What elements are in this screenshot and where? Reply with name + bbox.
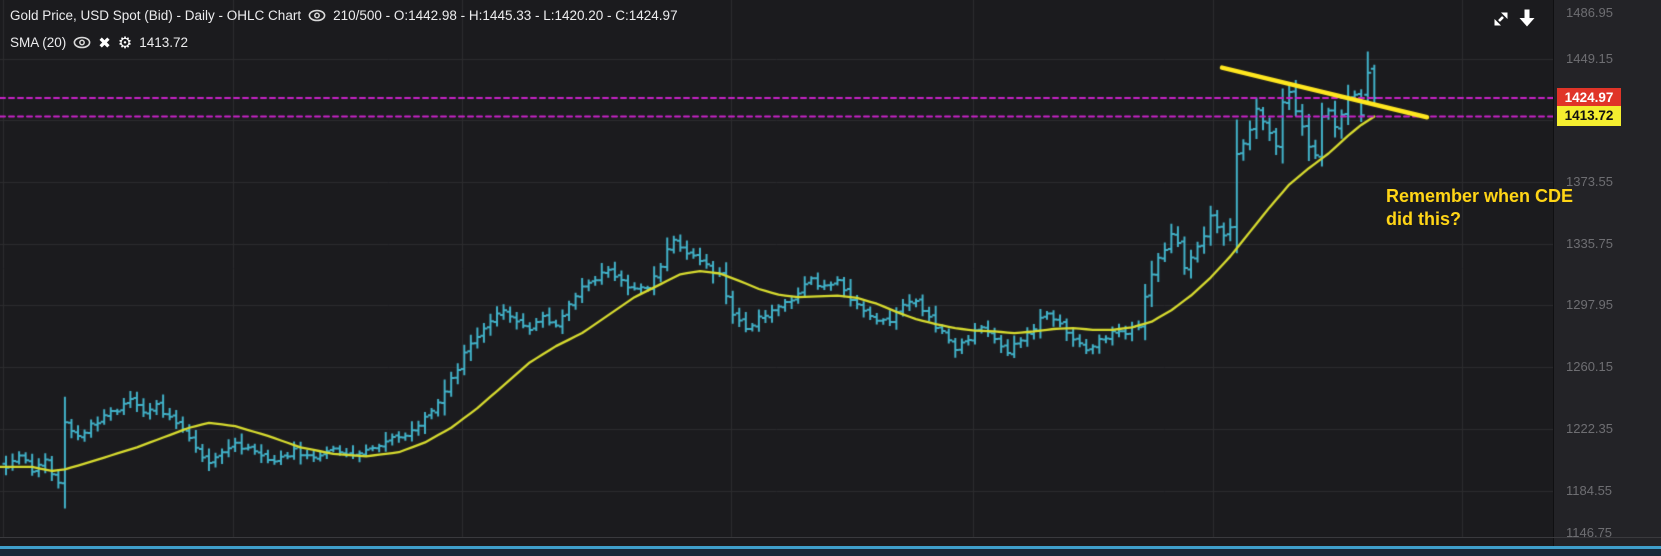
price-badge: 1413.72 xyxy=(1557,106,1621,127)
chart-annotation: Remember when CDE did this? xyxy=(1386,185,1573,231)
timeline-track[interactable] xyxy=(0,548,1661,556)
indicator-name: SMA (20) xyxy=(10,35,67,50)
remove-indicator-icon[interactable]: ✖ xyxy=(98,34,111,52)
chart-title: Gold Price, USD Spot (Bid) - Daily - OHL… xyxy=(10,8,302,23)
axis-tick: 1486.95 xyxy=(1566,5,1613,20)
axis-tick: 1184.55 xyxy=(1566,482,1613,498)
axis-tick: 1449.15 xyxy=(1566,50,1613,66)
plot-bottom-border xyxy=(0,537,1661,538)
chart-window: Gold Price, USD Spot (Bid) - Daily - OHL… xyxy=(0,0,1661,556)
indicator-value: 1413.72 xyxy=(139,35,189,50)
annotation-line1: Remember when CDE xyxy=(1386,186,1574,206)
chart-header: Gold Price, USD Spot (Bid) - Daily - OHL… xyxy=(10,8,678,23)
down-arrow-icon[interactable] xyxy=(1515,6,1539,30)
axis-tick: 1222.35 xyxy=(1566,420,1613,436)
expand-arrows-icon[interactable] xyxy=(1490,8,1512,30)
axis-tick: 1335.75 xyxy=(1566,235,1613,251)
eye-icon[interactable] xyxy=(308,9,326,22)
indicator-settings-icon[interactable]: ⚙ xyxy=(118,33,132,52)
axis-tick: 1297.95 xyxy=(1566,297,1613,313)
axis-tick: 1260.15 xyxy=(1566,359,1613,375)
price-chart-plot[interactable] xyxy=(0,0,1553,547)
price-badge: 1424.97 xyxy=(1557,88,1621,109)
indicator-row: SMA (20) ✖ ⚙ 1413.72 xyxy=(10,33,188,52)
eye-icon[interactable] xyxy=(73,36,91,49)
annotation-line2: did this? xyxy=(1386,209,1461,229)
ohlc-values: 210/500 - O:1442.98 - H:1445.33 - L:1420… xyxy=(333,8,678,23)
price-axis[interactable]: 1486.95 1449.15 1373.55 1335.75 1297.95 1260.… xyxy=(1553,0,1661,547)
